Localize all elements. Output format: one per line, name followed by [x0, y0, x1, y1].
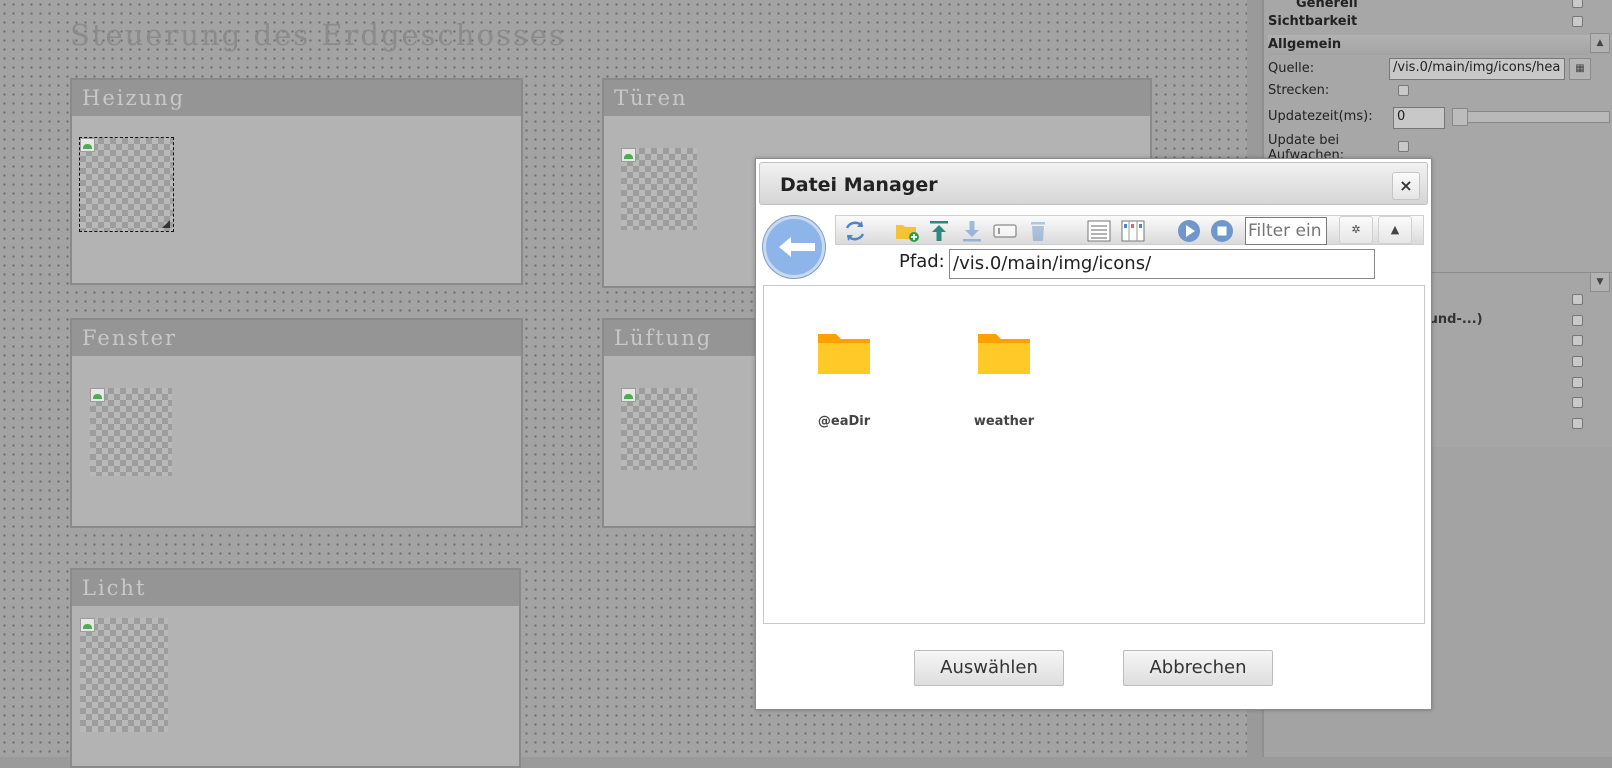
quelle-input[interactable]: /vis.0/main/img/icons/hea — [1389, 58, 1565, 80]
widget-title: Licht — [72, 570, 519, 606]
grid-view-icon[interactable] — [1120, 218, 1146, 244]
image-widget[interactable] — [80, 618, 168, 732]
gear-icon: ✲ — [1351, 223, 1361, 236]
widget-heizung[interactable]: Heizung — [70, 78, 523, 285]
collapse-up-icon[interactable]: ▲ — [1590, 33, 1610, 53]
strecken-label: Strecken: — [1268, 83, 1330, 98]
strecken-checkbox[interactable] — [1398, 85, 1409, 96]
list-checkbox[interactable] — [1572, 418, 1583, 429]
broken-image-icon — [621, 388, 636, 402]
dialog-title: Datei Manager — [780, 174, 938, 196]
folder-name: weather — [973, 414, 1035, 429]
section-sichtbarkeit[interactable]: Sichtbarkeit — [1268, 12, 1608, 32]
folder-item[interactable]: weather — [954, 326, 1054, 436]
arrow-left-icon — [779, 237, 815, 257]
warning-icon: ▲ — [1390, 223, 1400, 236]
broken-image-icon — [80, 618, 95, 632]
settings-button[interactable]: ✲ — [1339, 216, 1373, 244]
widget-licht[interactable]: Licht — [70, 568, 521, 768]
dialog-titlebar[interactable]: Datei Manager × — [759, 162, 1428, 205]
collapse-down-icon[interactable]: ▼ — [1590, 272, 1610, 292]
generell-checkbox[interactable] — [1572, 0, 1583, 8]
play-icon[interactable] — [1176, 218, 1202, 244]
folder-icon — [818, 334, 870, 374]
list-checkbox[interactable] — [1572, 397, 1583, 408]
download-icon[interactable] — [959, 218, 985, 244]
upload-icon[interactable] — [926, 218, 952, 244]
folder-icon — [978, 334, 1030, 374]
list-checkbox[interactable] — [1572, 294, 1583, 305]
image-widget[interactable] — [621, 388, 697, 470]
warning-button[interactable]: ▲ — [1378, 216, 1412, 244]
section-label: Generell — [1296, 0, 1358, 11]
delete-icon[interactable] — [1025, 218, 1051, 244]
new-folder-icon[interactable] — [894, 218, 920, 244]
rename-icon[interactable] — [992, 218, 1018, 244]
sichtbarkeit-checkbox[interactable] — [1572, 16, 1583, 27]
list-checkbox[interactable] — [1572, 335, 1583, 346]
select-button[interactable]: Auswählen — [914, 650, 1064, 686]
strecken-row: Strecken: — [1268, 81, 1608, 101]
widget-fenster[interactable]: Fenster — [70, 318, 523, 528]
cancel-button[interactable]: Abbrechen — [1123, 650, 1273, 686]
file-manager-dialog: Datei Manager × Filter ein ✲ ▲ Pfad: /vi… — [755, 158, 1432, 710]
resize-handle[interactable] — [162, 220, 170, 228]
refresh-icon[interactable] — [842, 218, 868, 244]
section-label: Allgemein — [1268, 37, 1342, 52]
quelle-label: Quelle: — [1268, 61, 1315, 76]
file-list[interactable]: @eaDir weather — [763, 285, 1425, 624]
broken-image-icon — [621, 148, 636, 162]
slider-handle[interactable] — [1452, 108, 1468, 126]
image-widget[interactable] — [621, 148, 697, 230]
section-allgemein[interactable]: Allgemein — [1268, 35, 1608, 55]
broken-image-icon — [80, 138, 95, 152]
back-button[interactable] — [763, 216, 825, 278]
stop-icon[interactable] — [1209, 218, 1235, 244]
path-input[interactable]: /vis.0/main/img/icons/ — [949, 249, 1375, 279]
list-view-icon[interactable] — [1086, 218, 1112, 244]
image-widget[interactable] — [90, 388, 172, 476]
filter-input[interactable] — [1245, 217, 1327, 245]
list-checkbox[interactable] — [1572, 356, 1583, 367]
updatezeit-input[interactable]: 0 — [1393, 107, 1445, 129]
image-widget-selected[interactable] — [79, 137, 174, 232]
updatezeit-slider[interactable] — [1452, 111, 1610, 123]
path-label: Pfad: — [899, 251, 945, 272]
close-button[interactable]: × — [1392, 172, 1420, 200]
section-label: Sichtbarkeit — [1268, 14, 1358, 29]
list-checkbox[interactable] — [1572, 315, 1583, 326]
update-bei-checkbox[interactable] — [1398, 141, 1409, 152]
updatezeit-label: Updatezeit(ms): — [1268, 109, 1373, 124]
widget-title: Heizung — [72, 80, 521, 116]
folder-item[interactable]: @eaDir — [794, 326, 894, 436]
folder-name: @eaDir — [817, 414, 871, 429]
file-browse-icon[interactable]: ▦ — [1569, 58, 1591, 80]
widget-title: Türen — [604, 80, 1150, 116]
list-checkbox[interactable] — [1572, 377, 1583, 388]
page-title: Steuerung des Erdgeschosses — [70, 18, 566, 52]
file-toolbar: ✲ ▲ — [835, 215, 1424, 245]
widget-title: Fenster — [72, 320, 521, 356]
broken-image-icon — [90, 388, 105, 402]
